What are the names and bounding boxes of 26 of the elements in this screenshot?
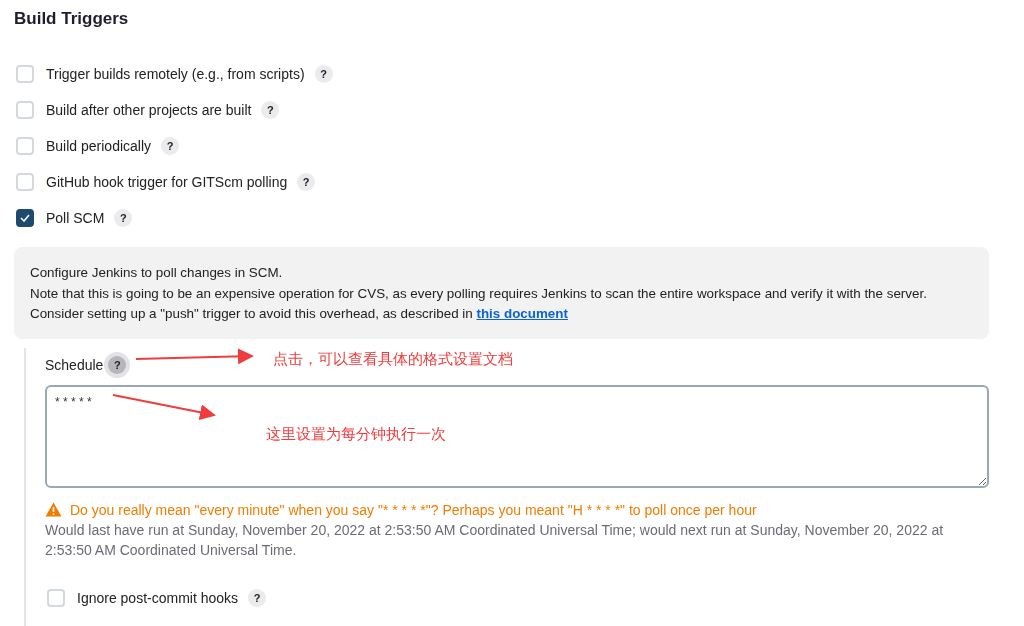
help-icon[interactable]: ?	[297, 173, 316, 191]
checkbox-label[interactable]: Trigger builds remotely (e.g., from scripts)	[46, 66, 305, 82]
run-info-text: Would last have run at Sunday, November 20, 2022 at 2:53:50 AM Coordinated Universal Time; would next run at Sunday, November 20, 2022 at 2:53:50 AM Coordinated Universal Time.	[45, 520, 945, 560]
checkbox-label[interactable]: GitHub hook trigger for GITScm polling	[46, 174, 288, 190]
checkbox-label[interactable]: Poll SCM	[46, 210, 105, 226]
document-link[interactable]: this document	[476, 306, 568, 321]
annotation-text: 这里设置为每分钟执行一次	[266, 424, 446, 444]
schedule-label: Schedule	[45, 356, 104, 373]
help-icon[interactable]: ?	[108, 355, 127, 374]
help-icon[interactable]: ?	[248, 588, 267, 607]
help-icon[interactable]: ?	[161, 137, 180, 155]
section-title: Build Triggers	[14, 8, 130, 30]
checkbox-label[interactable]: Build after other projects are built	[46, 102, 252, 118]
annotation-text: 点击，可以查看具体的格式设置文档	[273, 349, 513, 369]
help-icon[interactable]: ?	[261, 101, 280, 119]
checkbox-label[interactable]: Ignore post-commit hooks	[77, 589, 239, 606]
info-text: Configure Jenkins to poll changes in SCM.	[30, 264, 284, 282]
warning-icon	[45, 502, 62, 517]
help-icon[interactable]: ?	[314, 65, 333, 83]
warning-text: Do you really mean "every minute" when you say "* * * * *"? Perhaps you meant "H * * * *" to poll once per hour	[70, 501, 757, 518]
help-icon[interactable]: ?	[114, 209, 133, 227]
checkbox[interactable]	[16, 209, 34, 227]
check-icon	[20, 214, 30, 222]
info-text: Consider setting up a "push" trigger to avoid this overhead, as described in this document	[30, 305, 569, 323]
info-text: Note that this is going to be an expensive operation for CVS, as every polling requires Jenkins to scan the entire workspace and verify it with the server.	[30, 284, 928, 303]
checkbox-label[interactable]: Build periodically	[46, 138, 152, 154]
